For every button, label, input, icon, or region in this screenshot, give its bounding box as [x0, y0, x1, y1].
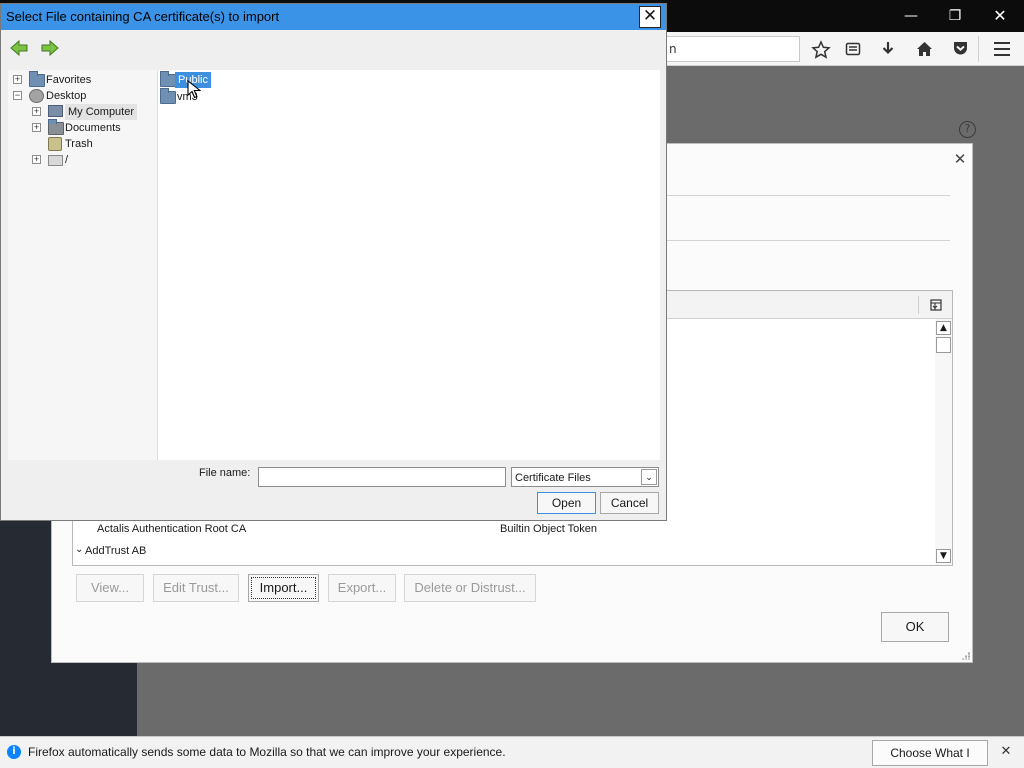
restore-button[interactable]: ❐	[940, 5, 970, 27]
favorites-folder-icon	[29, 71, 45, 87]
minimize-button[interactable]: —	[896, 5, 926, 27]
file-list[interactable]: Public vm3	[158, 70, 660, 460]
scroll-up-button[interactable]: ▲	[936, 321, 951, 335]
divider	[667, 195, 950, 196]
back-arrow-icon[interactable]	[9, 38, 29, 58]
cert-device: Builtin Object Token	[500, 523, 598, 535]
scroll-thumb[interactable]	[936, 337, 951, 353]
file-dialog-titlebar: Select File containing CA certificate(s)…	[1, 4, 666, 30]
expand-icon[interactable]: +	[32, 155, 41, 164]
tree-item-label: Trash	[65, 138, 93, 150]
tree-scrollbar[interactable]: ▲ ▼	[935, 319, 952, 565]
close-window-button[interactable]: ✕	[985, 5, 1015, 27]
file-name-input[interactable]	[258, 467, 506, 487]
file-chooser-dialog: Select File containing CA certificate(s)…	[0, 3, 667, 521]
delete-or-distrust-button[interactable]: Delete or Distrust...	[404, 574, 536, 602]
edit-trust-button[interactable]: Edit Trust...	[153, 574, 239, 602]
view-button[interactable]: View...	[76, 574, 144, 602]
documents-folder-icon	[48, 119, 64, 135]
tree-item-label: /	[65, 154, 69, 166]
ok-button[interactable]: OK	[881, 612, 949, 642]
file-name-label: File name:	[199, 467, 251, 479]
tree-item-label: Favorites	[46, 74, 92, 86]
tree-item-my-computer[interactable]: + My Computer	[8, 104, 156, 120]
computer-icon	[48, 105, 63, 117]
scroll-down-button[interactable]: ▼	[936, 549, 951, 563]
tree-item-favorites[interactable]: + Favorites	[8, 71, 156, 88]
mouse-cursor-icon	[187, 80, 201, 99]
file-type-select[interactable]: Certificate Files ⌄	[511, 467, 659, 487]
cert-dialog-close-button[interactable]: ✕	[950, 149, 970, 169]
home-icon[interactable]	[916, 41, 933, 57]
download-icon[interactable]	[880, 41, 896, 57]
chevron-down-icon[interactable]: ⌄	[75, 544, 83, 555]
help-icon[interactable]: ?	[959, 121, 976, 138]
notification-text: Firefox automatically sends some data to…	[28, 745, 506, 759]
menu-icon[interactable]	[993, 41, 1011, 57]
cert-name: Actalis Authentication Root CA	[97, 523, 247, 535]
drive-icon	[48, 155, 63, 166]
pocket-icon[interactable]	[952, 40, 969, 57]
tree-row[interactable]: ⌄ AddTrust AB	[75, 544, 475, 561]
expand-icon[interactable]: +	[32, 107, 41, 116]
notification-close-button[interactable]: ✕	[997, 743, 1015, 761]
file-type-value: Certificate Files	[515, 472, 591, 484]
star-icon[interactable]	[811, 40, 831, 60]
collapse-icon[interactable]: −	[13, 91, 22, 100]
tree-row[interactable]: Actalis Authentication Root CA Builtin O…	[95, 523, 915, 539]
file-dialog-title: Select File containing CA certificate(s)…	[6, 9, 280, 24]
divider	[667, 240, 950, 241]
desktop-icon	[29, 89, 44, 103]
reading-list-icon[interactable]	[845, 41, 861, 57]
tree-item-label: Desktop	[46, 90, 87, 102]
choose-what-i-share-button[interactable]: Choose What I Share	[872, 740, 988, 766]
expand-icon[interactable]: +	[13, 75, 22, 84]
info-icon: i	[7, 745, 21, 759]
import-button[interactable]: Import...	[248, 574, 319, 602]
column-picker-icon[interactable]	[930, 299, 942, 311]
forward-arrow-icon[interactable]	[40, 38, 60, 58]
tree-item-root[interactable]: + /	[8, 152, 156, 168]
export-button[interactable]: Export...	[328, 574, 396, 602]
folder-icon	[160, 71, 176, 87]
chevron-down-icon[interactable]: ⌄	[641, 469, 657, 485]
tree-item-documents[interactable]: + Documents	[8, 119, 156, 136]
tree-item-label: My Computer	[65, 104, 138, 120]
folder-tree[interactable]: + Favorites − Desktop + My Computer + Do…	[8, 70, 158, 460]
cancel-button[interactable]: Cancel	[600, 492, 659, 514]
expand-icon[interactable]: +	[32, 123, 41, 132]
data-collection-notification: i Firefox automatically sends some data …	[0, 736, 1024, 768]
folder-icon	[160, 88, 176, 104]
resize-grip-icon[interactable]	[960, 650, 970, 660]
tree-item-trash[interactable]: Trash	[8, 136, 156, 152]
trash-icon	[48, 137, 62, 151]
tree-item-desktop[interactable]: − Desktop	[8, 88, 156, 104]
tree-item-label: Documents	[65, 122, 121, 134]
cert-group-name: AddTrust AB	[85, 545, 147, 557]
file-dialog-close-button[interactable]: ✕	[639, 6, 661, 28]
open-button[interactable]: Open	[537, 492, 596, 514]
